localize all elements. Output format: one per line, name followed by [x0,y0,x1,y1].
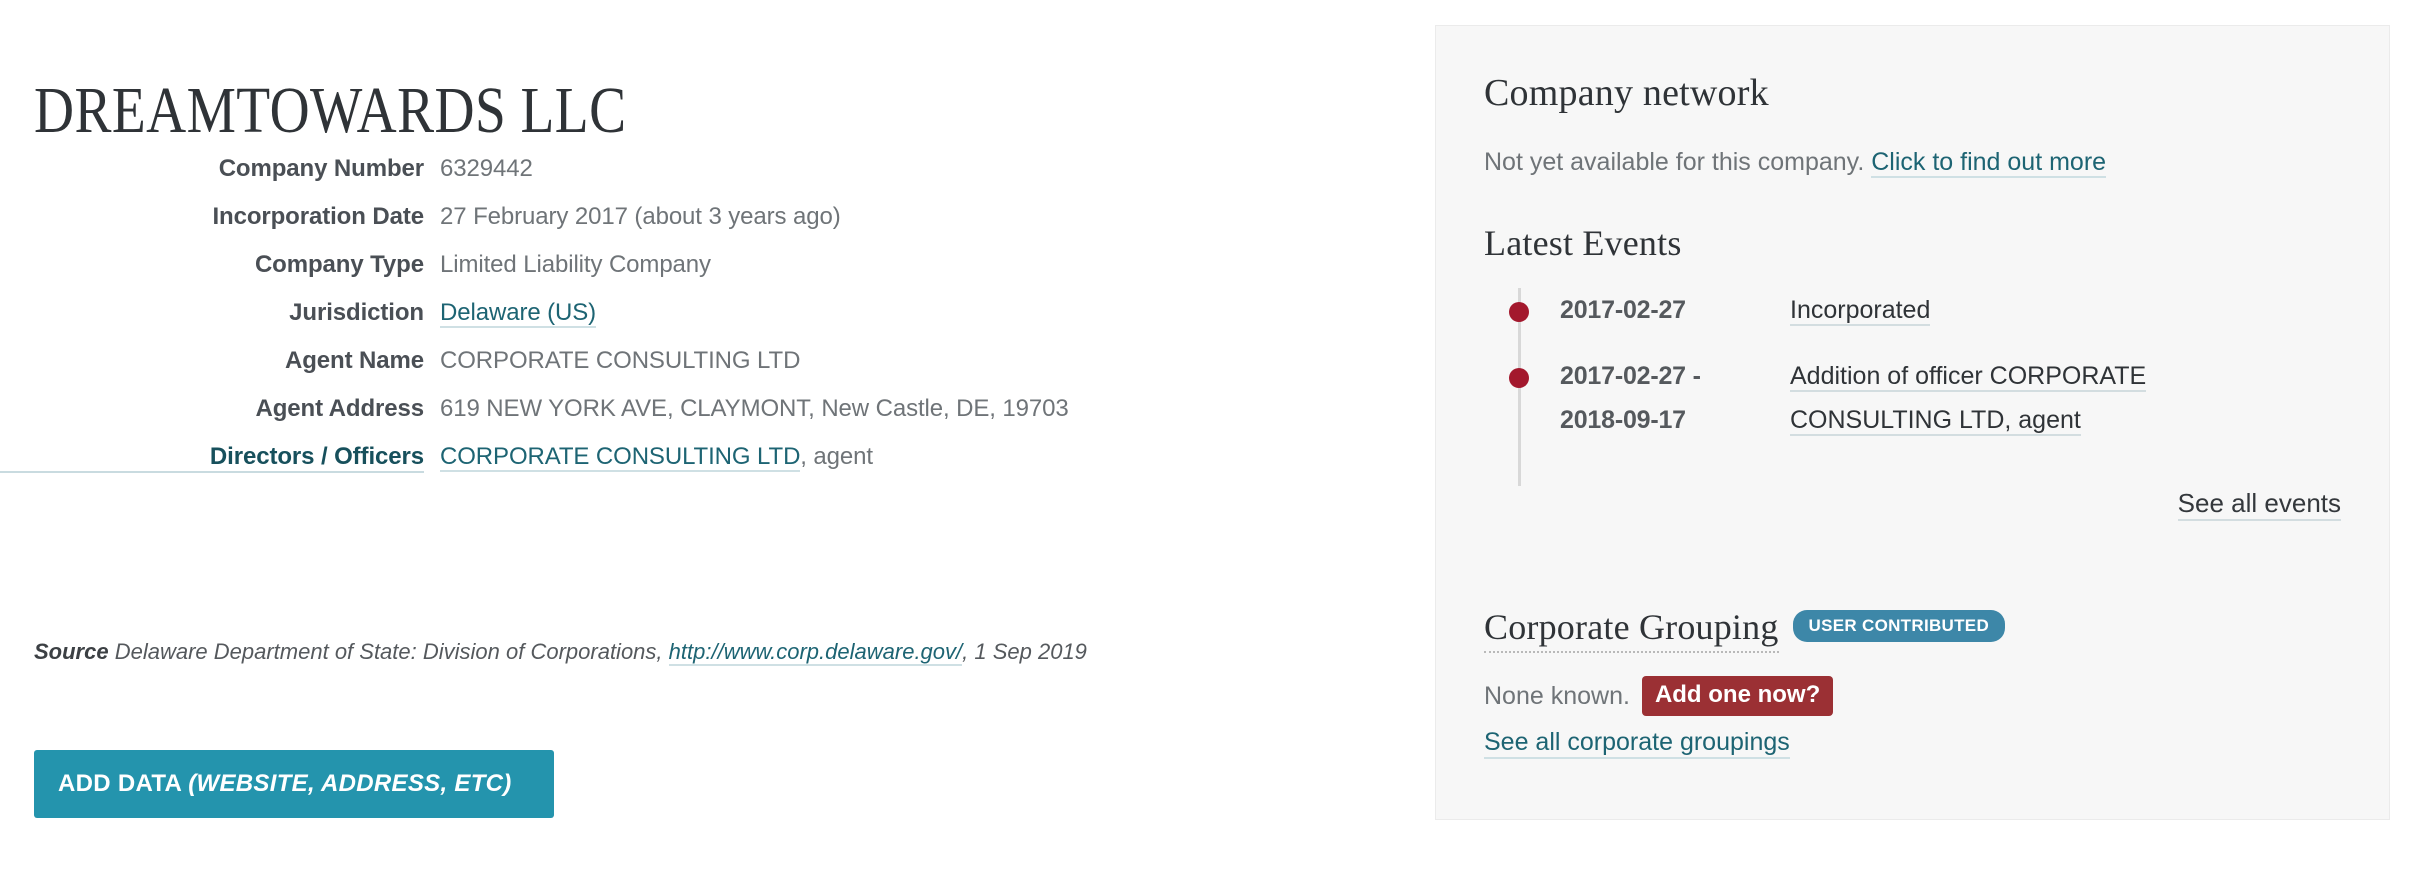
event-description: Incorporated [1790,288,2260,332]
company-attributes-list: Company Number 6329442 Incorporation Dat… [0,155,1360,493]
attribute-label: Incorporation Date [212,203,424,230]
attribute-value: 27 February 2017 (about 3 years ago) [440,203,841,230]
timeline-dot-icon [1509,302,1529,322]
source-label: Source [34,639,109,664]
attribute-value: Limited Liability Company [440,251,711,278]
see-all-corporate-groupings-link[interactable]: See all corporate groupings [1484,728,1790,759]
attribute-label-wrap: Directors / Officers [0,443,440,473]
event-date: 2017-02-27 [1560,296,1686,324]
corporate-grouping-heading-text: Corporate Grouping [1484,606,1779,653]
attribute-value: Delaware (US) [440,299,596,328]
attribute-value: CORPORATE CONSULTING LTD [440,347,801,374]
event-item: 2017-02-27 Incorporated [1509,288,2338,332]
timeline-dot-icon [1509,368,1529,388]
attribute-row-incorporation-date: Incorporation Date 27 February 2017 (abo… [0,203,1360,231]
event-description: Addition of officer CORPORATE CONSULTING… [1790,354,2260,442]
source-url-link[interactable]: http://www.corp.delaware.gov/ [668,639,963,666]
attribute-value: CORPORATE CONSULTING LTD, agent [440,443,873,472]
attribute-row-jurisdiction: Jurisdiction Delaware (US) [0,299,1360,328]
attribute-value: 6329442 [440,155,533,182]
corporate-grouping-status-row: None known. Add one now? [1484,676,1834,717]
event-date-line-2: 2018-09-17 [1560,406,1686,434]
none-known-text: None known. [1484,681,1630,710]
company-network-heading: Company network [1484,72,1769,114]
event-description-link[interactable]: Incorporated [1790,296,1931,326]
attribute-row-agent-name: Agent Name CORPORATE CONSULTING LTD [0,347,1360,375]
find-out-more-link[interactable]: Click to find out more [1871,148,2107,178]
side-panel: Company network Not yet available for th… [1435,25,2390,820]
add-one-now-button[interactable]: Add one now? [1641,676,1834,717]
attribute-label: Company Number [218,155,424,182]
attribute-row-company-number: Company Number 6329442 [0,155,1360,183]
source-text-before: Delaware Department of State: Division o… [114,639,663,664]
page-title: DREAMTOWARDS LLC [34,74,627,148]
company-network-note-text: Not yet available for this company. [1484,148,1872,176]
event-date-line-1: 2017-02-27 - [1560,362,1701,390]
attribute-label: Agent Address [255,395,424,422]
corporate-grouping-heading: Corporate Grouping USER CONTRIBUTED [1484,606,2006,653]
event-description-link[interactable]: Addition of officer CORPORATE CONSULTING… [1790,362,2147,436]
company-profile-page: DREAMTOWARDS LLC Company Number 6329442 … [0,0,2412,883]
jurisdiction-link[interactable]: Delaware (US) [440,299,596,328]
attribute-label: Company Type [254,251,424,278]
source-text-after: , 1 Sep 2019 [962,639,1087,664]
company-main-column: DREAMTOWARDS LLC Company Number 6329442 … [0,0,1400,883]
latest-events-heading: Latest Events [1484,223,1682,263]
source-note: Source Delaware Department of State: Div… [34,632,1124,672]
director-role-suffix: , agent [800,443,873,470]
director-name-link[interactable]: CORPORATE CONSULTING LTD [440,443,800,472]
add-data-label-italic: (WEBSITE, ADDRESS, ETC) [188,770,512,797]
user-contributed-badge[interactable]: USER CONTRIBUTED [1792,609,2006,642]
attribute-label: Jurisdiction [289,299,424,326]
event-item: 2017-02-27 - 2018-09-17 Addition of offic… [1509,354,2338,442]
add-data-button[interactable]: ADD DATA (WEBSITE, ADDRESS, ETC) [34,750,554,818]
directors-officers-label-link[interactable]: Directors / Officers [0,443,424,473]
attribute-row-agent-address: Agent Address 619 NEW YORK AVE, CLAYMONT… [0,395,1360,423]
see-all-events-link[interactable]: See all events [2177,488,2341,521]
add-data-label-plain: ADD DATA [58,770,189,797]
event-date: 2017-02-27 - 2018-09-17 [1560,354,1790,442]
attribute-row-company-type: Company Type Limited Liability Company [0,251,1360,279]
attribute-label: Agent Name [284,347,424,374]
latest-events-list: 2017-02-27 Incorporated 2017-02-27 - 2018… [1509,288,2338,486]
attribute-row-directors-officers: Directors / Officers CORPORATE CONSULTIN… [0,443,1360,473]
company-network-note: Not yet available for this company. Clic… [1484,148,2107,178]
attribute-value: 619 NEW YORK AVE, CLAYMONT, New Castle, … [440,395,1069,422]
